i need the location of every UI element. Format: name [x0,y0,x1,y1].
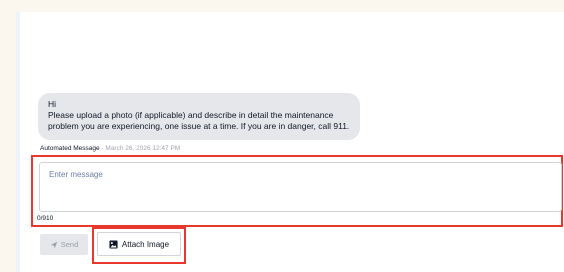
message-line-body-1: Please upload a photo (if applicable) an… [48,110,334,120]
attach-image-label: Attach Image [121,239,170,249]
message-line-greeting: Hi [48,99,57,109]
automated-message-bubble: Hi Please upload a photo (if applicable)… [38,93,360,140]
send-icon [50,241,57,248]
message-line-body-2: problem you are experiencing, one issue … [48,121,350,131]
attach-image-button[interactable]: Attach Image [97,232,181,256]
sender-label: Automated Message [40,145,100,152]
message-meta: Automated Message - March 26, 2026 12:47… [40,145,180,152]
character-count: 0/910 [37,215,54,222]
image-icon [109,239,118,249]
message-input-container [39,162,562,212]
send-button-label: Send [60,240,79,249]
send-button[interactable]: Send [40,234,88,255]
message-input[interactable] [40,163,561,211]
message-timestamp: March 26, 2026 12:47 PM [105,145,181,152]
